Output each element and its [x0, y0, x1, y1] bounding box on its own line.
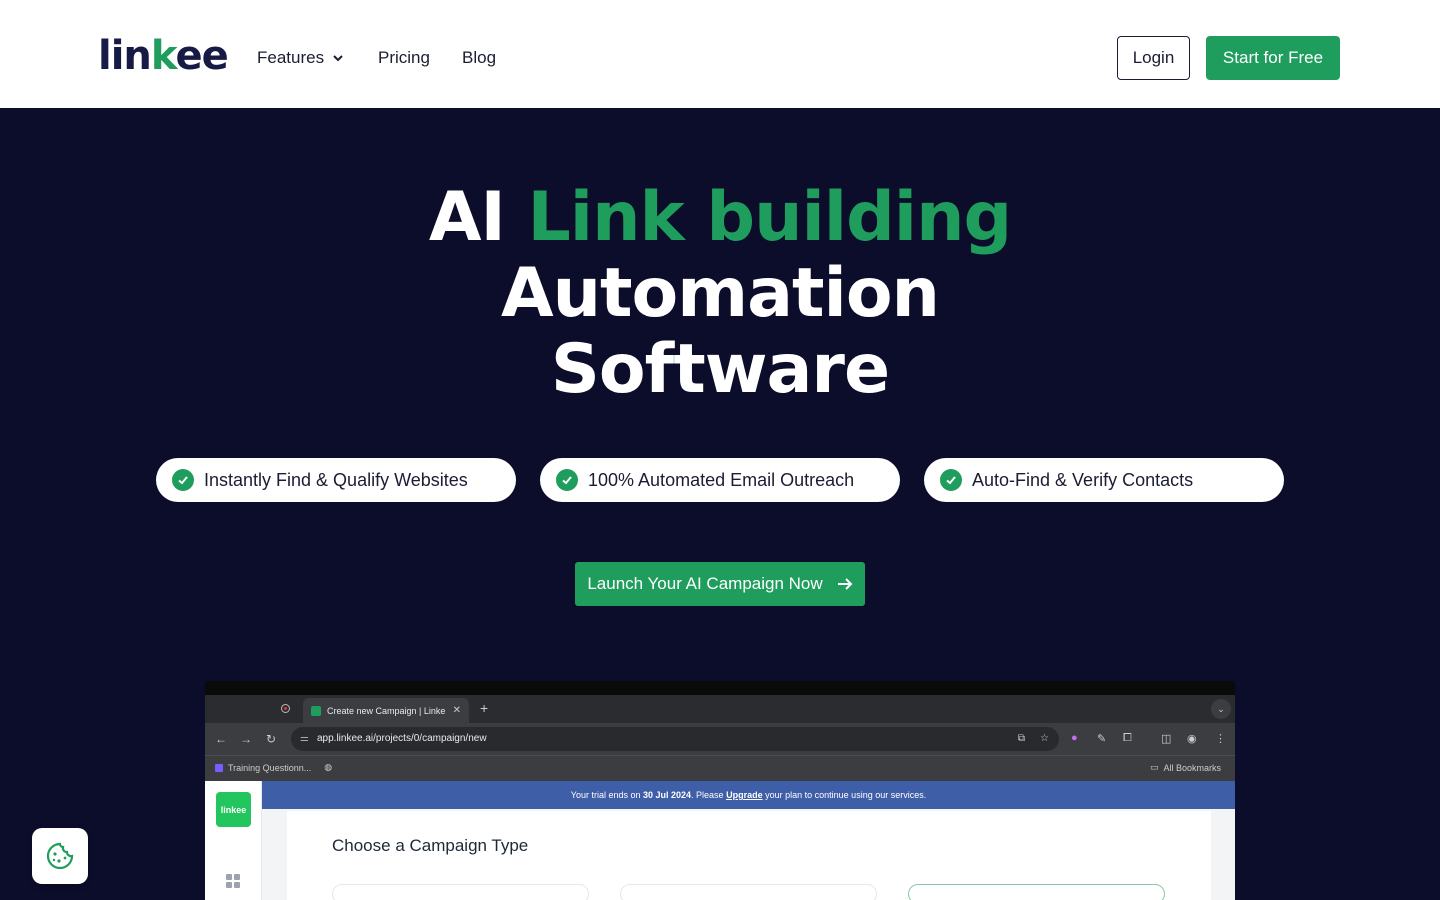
- card-title: Choose a Campaign Type: [332, 836, 529, 855]
- favicon-icon: [311, 705, 321, 716]
- nav-blog-link[interactable]: Blog: [462, 46, 496, 70]
- campaign-option: [620, 884, 877, 900]
- all-bookmarks-label: All Bookmarks: [1163, 762, 1222, 773]
- nav-features-label: Features: [257, 48, 325, 67]
- trial-text: your plan to continue using our services…: [765, 790, 927, 800]
- feature-pill-label: Instantly Find & Qualify Websites: [204, 469, 468, 490]
- cookie-settings-button[interactable]: [32, 828, 88, 884]
- avatar: ◉: [1187, 733, 1197, 745]
- browser-url-bar: ⚌ app.linkee.ai/projects/0/campaign/new …: [291, 727, 1059, 751]
- launch-campaign-button[interactable]: Launch Your AI Campaign Now: [575, 562, 865, 606]
- app-screenshot-mockup: Create new Campaign | Linke ✕ + ⌄ ← → ↻ …: [205, 681, 1235, 900]
- mockup-top-bar: [205, 681, 1235, 695]
- back-icon: ←: [215, 732, 227, 746]
- browser-url-text: app.linkee.ai/projects/0/campaign/new: [317, 733, 487, 744]
- forward-icon: →: [240, 732, 252, 746]
- puzzle-icon: ⧠: [1123, 732, 1132, 744]
- close-icon: ✕: [452, 705, 461, 716]
- check-icon: [556, 469, 578, 491]
- record-icon: [281, 704, 290, 713]
- login-button[interactable]: Login: [1117, 36, 1190, 80]
- chevron-down-icon: ⌄: [1211, 699, 1231, 719]
- app-sidebar: linkee: [205, 781, 262, 900]
- check-icon: [172, 469, 194, 491]
- app-page: linkee Your trial ends on 30 Jul 2024. P…: [205, 781, 1235, 900]
- browser-address-row: ← → ↻ ⚌ app.linkee.ai/projects/0/campaig…: [205, 723, 1235, 755]
- nav-pricing-link[interactable]: Pricing: [378, 46, 430, 70]
- trial-text: Your trial ends on: [570, 790, 641, 800]
- feature-pill-label: 100% Automated Email Outreach: [588, 469, 855, 490]
- cookie-icon: [46, 842, 74, 870]
- grid-icon: [226, 874, 240, 888]
- folder-icon: ▭: [1150, 762, 1159, 772]
- bookmark-label: Training Questionn...: [228, 762, 312, 773]
- feature-pill-label: Auto-Find & Verify Contacts: [972, 469, 1194, 490]
- all-bookmarks: ▭ All Bookmarks: [1150, 762, 1221, 773]
- check-icon: [940, 469, 962, 491]
- globe-icon: ◍: [324, 762, 333, 772]
- chevron-down-icon: [333, 55, 343, 62]
- campaign-option: [908, 884, 1165, 900]
- linkee-logo[interactable]: linkee: [98, 36, 229, 76]
- start-for-free-button[interactable]: Start for Free: [1206, 36, 1340, 80]
- trial-banner: Your trial ends on 30 Jul 2024. Please U…: [262, 781, 1235, 809]
- extension-icon: ●: [1071, 732, 1078, 744]
- feature-pill-find-websites: Instantly Find & Qualify Websites: [156, 458, 516, 502]
- trial-text: . Please: [691, 790, 724, 800]
- feature-pill-verify-contacts: Auto-Find & Verify Contacts: [924, 458, 1284, 502]
- feather-icon: ✎: [1097, 733, 1107, 745]
- feature-pill-email-outreach: 100% Automated Email Outreach: [540, 458, 900, 502]
- menu-dots-icon: ⋮: [1215, 733, 1226, 745]
- trial-date: 30 Jul 2024: [643, 790, 692, 800]
- reload-icon: ↻: [266, 732, 277, 746]
- nav-features-dropdown[interactable]: Features: [257, 46, 344, 70]
- bookmarks-bar: Training Questionn... ◍ ▭ All Bookmarks: [205, 755, 1235, 781]
- new-tab-icon: +: [480, 700, 489, 716]
- star-icon: ☆: [1040, 733, 1049, 744]
- bookmark-icon: [215, 763, 223, 772]
- browser-tab-title: Create new Campaign | Linke: [327, 705, 446, 716]
- browser-tab: Create new Campaign | Linke ✕: [303, 698, 469, 723]
- hero-title: AI Link building Automation Software: [428, 178, 1012, 409]
- campaign-option: [332, 884, 589, 900]
- browser-tab-strip: Create new Campaign | Linke ✕ + ⌄: [205, 695, 1235, 723]
- install-icon: ⧉: [1017, 733, 1025, 744]
- top-navbar: linkee Features Pricing Blog Login Start…: [0, 0, 1440, 108]
- sidepanel-icon: ◫: [1161, 733, 1172, 745]
- app-sidebar-logo: linkee: [216, 792, 251, 827]
- campaign-type-card: Choose a Campaign Type: [287, 811, 1211, 900]
- bookmark-item: Training Questionn... ◍: [215, 762, 332, 773]
- arrow-right-icon: [837, 578, 853, 590]
- launch-campaign-label: Launch Your AI Campaign Now: [587, 574, 823, 593]
- site-settings-icon: ⚌: [300, 733, 309, 744]
- upgrade-link: Upgrade: [726, 790, 763, 800]
